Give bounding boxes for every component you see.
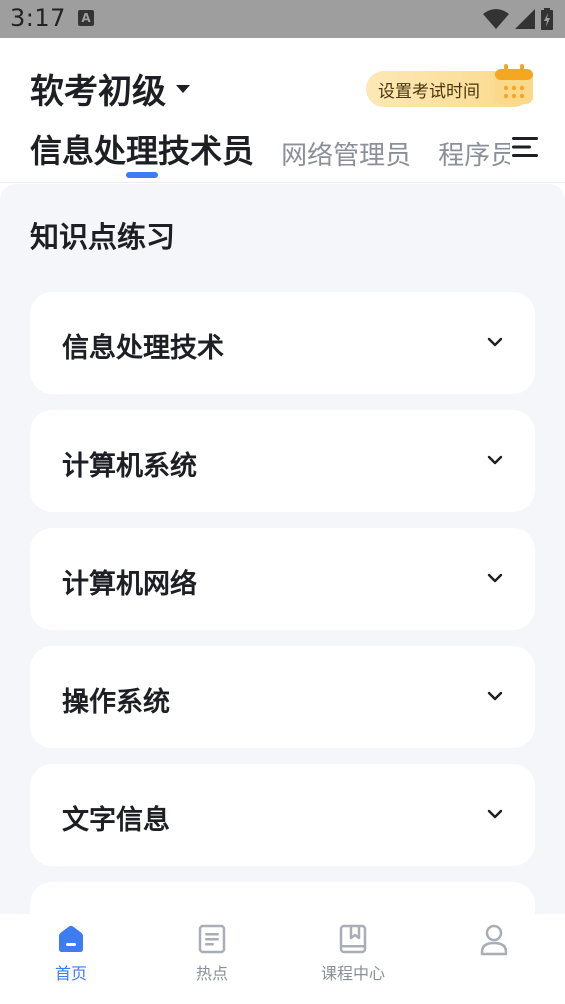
- battery-icon: [541, 8, 553, 30]
- signal-icon: [515, 9, 535, 29]
- active-tab-indicator: [126, 172, 158, 178]
- exam-level-selector[interactable]: 软考初级: [30, 64, 190, 113]
- tabbar-label: 热点: [195, 964, 228, 983]
- tabbar-item-hot[interactable]: 热点: [152, 924, 272, 984]
- notification-a-icon: A: [78, 10, 94, 26]
- tabbar-label: 课程中心: [320, 964, 385, 983]
- topic-card[interactable]: 计算机系统: [30, 410, 535, 512]
- user-icon: [480, 924, 508, 956]
- chevron-down-icon: [487, 691, 503, 701]
- status-bar: 3:17 A: [0, 0, 565, 38]
- calendar-icon: [495, 64, 533, 104]
- topic-label: 计算机系统: [62, 451, 197, 482]
- chevron-down-icon: [487, 809, 503, 819]
- subject-tabs: 信息处理技术员 网络管理员 程序员: [30, 126, 510, 174]
- topic-label: 操作系统: [62, 687, 170, 718]
- topic-card[interactable]: 信息处理技术: [30, 292, 535, 394]
- exam-level-title: 软考初级: [30, 72, 166, 112]
- header: 软考初级 设置考试时间 信息处理技术员 网络管理员 程序员: [0, 38, 565, 183]
- tabbar-item-home[interactable]: 首页: [11, 924, 131, 984]
- topic-label: 计算机网络: [62, 569, 197, 600]
- wifi-icon: [483, 9, 509, 29]
- bottom-tab-bar: 首页 热点 课程中心: [0, 914, 565, 1004]
- menu-icon[interactable]: [512, 136, 538, 158]
- chevron-down-icon: [487, 455, 503, 465]
- topic-card[interactable]: 文字信息: [30, 764, 535, 866]
- set-exam-time-label: 设置考试时间: [378, 81, 480, 102]
- tab-info-processing[interactable]: 信息处理技术员: [30, 126, 254, 172]
- topic-card-partial[interactable]: [30, 882, 535, 914]
- topic-card[interactable]: 操作系统: [30, 646, 535, 748]
- home-icon: [59, 925, 83, 952]
- tab-programmer[interactable]: 程序员: [438, 135, 510, 172]
- status-time: 3:17: [10, 4, 66, 32]
- tabbar-item-course-center[interactable]: 课程中心: [293, 924, 413, 984]
- topic-card[interactable]: 计算机网络: [30, 528, 535, 630]
- tabbar-label: 首页: [54, 964, 87, 983]
- tabbar-item-profile[interactable]: [434, 924, 554, 964]
- main-content: 知识点练习 信息处理技术 计算机系统 计算机网络 操作系统 文字信息: [0, 184, 565, 914]
- document-icon: [198, 924, 226, 954]
- book-icon: [339, 924, 367, 954]
- chevron-down-icon: [487, 573, 503, 583]
- status-indicators: [483, 8, 553, 30]
- topic-label: 文字信息: [62, 805, 170, 836]
- topic-label: 信息处理技术: [62, 333, 224, 364]
- section-title: 知识点练习: [30, 220, 176, 254]
- tab-network-admin[interactable]: 网络管理员: [281, 135, 411, 172]
- chevron-down-icon: [487, 337, 503, 347]
- caret-down-icon: [176, 84, 190, 93]
